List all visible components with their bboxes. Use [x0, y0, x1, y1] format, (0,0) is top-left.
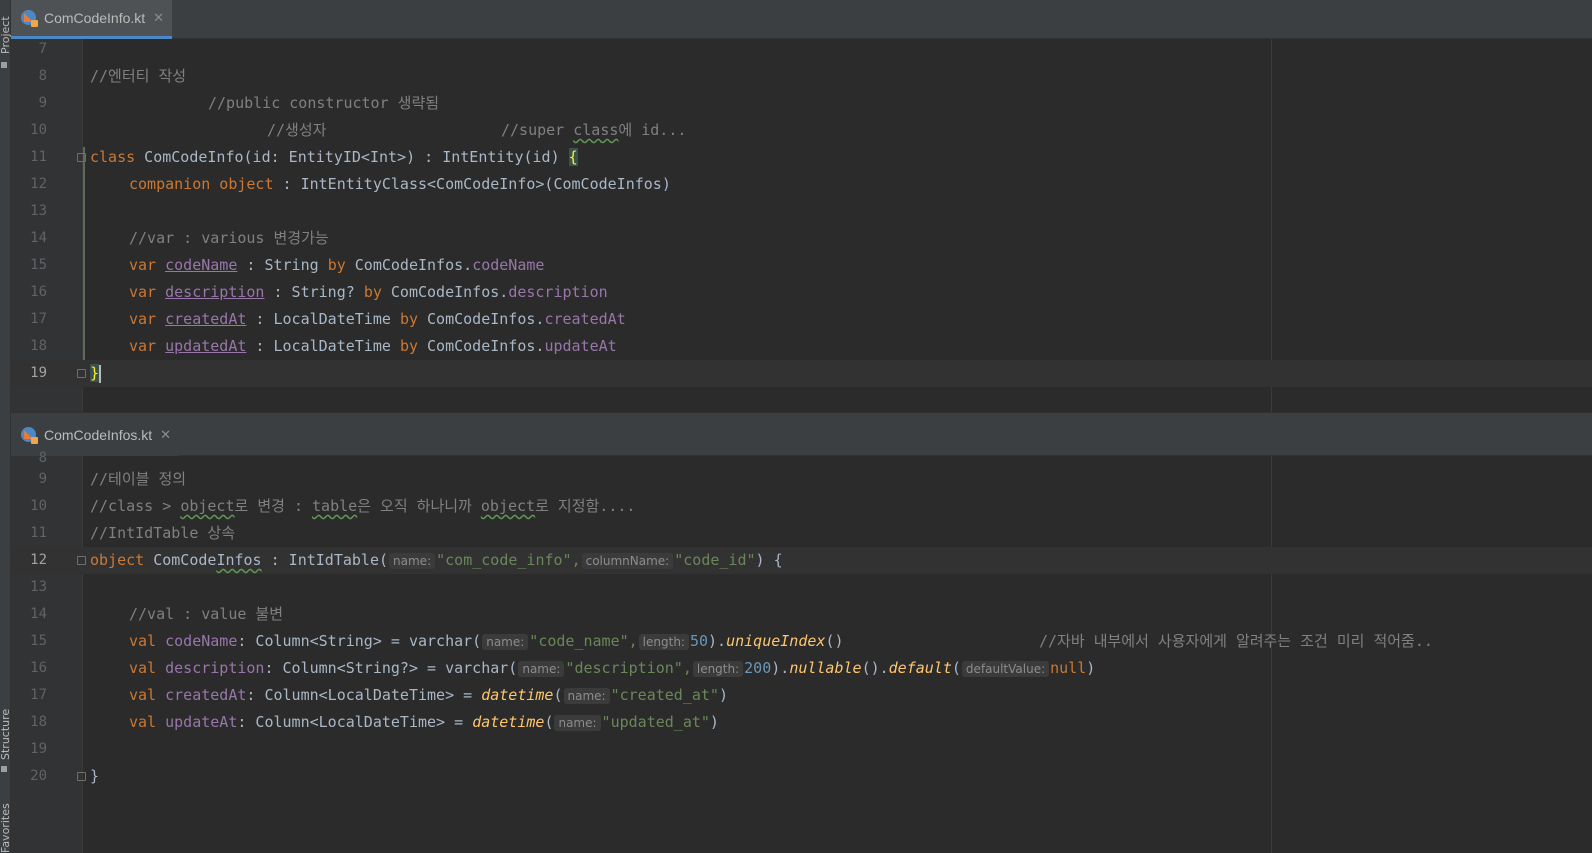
parameter-hint: name:	[518, 661, 565, 677]
code-editor[interactable]: 8 9//테이블 정의 10//class > object로 변경 : tab…	[11, 450, 1592, 853]
parameter-hint: length:	[638, 634, 689, 650]
code-line: 14//var : various 변경가능	[30, 229, 329, 247]
kotlin-object-file-icon	[21, 426, 38, 444]
fold-icon[interactable]	[77, 153, 86, 162]
code-line: 10//생성자//super class에 id...	[30, 121, 687, 139]
favorites-tool-button[interactable]: Favorites	[0, 800, 11, 853]
code-line: 9//public constructor 생략됨	[38, 94, 440, 112]
code-line-current: 12 object ComCodeInfos : IntIdTable(name:…	[11, 547, 1592, 574]
code-line-current: 19}	[11, 360, 1592, 387]
code-line: 14//val : value 불변	[30, 605, 284, 623]
code-line: 15 var codeName : String by ComCodeInfos.…	[30, 256, 545, 274]
code-line: 15 val codeName: Column<String> = varchar…	[30, 632, 1433, 650]
tab-label: ComCodeInfos.kt	[44, 427, 153, 443]
parameter-hint: defaultValue:	[961, 661, 1050, 677]
code-line: 12 companion object : IntEntityClass<ComC…	[30, 175, 671, 193]
code-editor[interactable]: 7 8//엔터티 작성 9//public constructor 생략됨 10…	[11, 39, 1592, 412]
fold-icon[interactable]	[77, 556, 86, 565]
project-icon	[1, 62, 7, 68]
text-caret	[99, 364, 102, 383]
code-line: 18 var updatedAt : LocalDateTime by ComCo…	[30, 337, 617, 355]
parameter-hint: name:	[563, 688, 610, 704]
code-line: 11//IntIdTable 상속	[30, 524, 236, 542]
parameter-hint: name:	[389, 553, 436, 569]
fold-icon[interactable]	[77, 772, 86, 781]
kotlin-class-file-icon	[21, 9, 38, 27]
structure-icon	[1, 766, 7, 772]
code-line: 17 var createdAt : LocalDateTime by ComCo…	[30, 310, 626, 328]
structure-tool-button[interactable]: Structure	[0, 690, 11, 760]
tool-window-strip: Project Structure Favorites	[0, 0, 11, 853]
code-line: 18 val updateAt: Column<LocalDateTime> = …	[30, 713, 719, 731]
code-line: 20}	[30, 767, 100, 785]
code-line: 19	[30, 741, 47, 757]
editor-pane-top: ComCodeInfo.kt ✕ 7 8//엔터티 작성 9//public c…	[11, 0, 1592, 412]
code-line: 16 val description: Column<String?> = var…	[30, 659, 1096, 677]
tab-comcodeinfo-kt[interactable]: ComCodeInfo.kt ✕	[11, 0, 173, 39]
code-line: 17 val createdAt: Column<LocalDateTime> =…	[30, 686, 728, 704]
code-line: 13	[30, 579, 47, 595]
code-line: 7	[38, 41, 47, 57]
parameter-hint: name:	[554, 715, 601, 731]
project-tool-button[interactable]: Project	[0, 6, 11, 54]
code-line: 13	[30, 203, 47, 219]
code-line: 10//class > object로 변경 : table은 오직 하나니까 …	[30, 497, 636, 515]
parameter-hint: name:	[482, 634, 529, 650]
code-line: 9//테이블 정의	[38, 470, 187, 488]
close-icon[interactable]: ✕	[160, 428, 171, 443]
fold-icon[interactable]	[77, 369, 86, 378]
code-line: 8//엔터티 작성	[38, 67, 187, 85]
parameter-hint: length:	[692, 661, 744, 677]
close-icon[interactable]: ✕	[153, 11, 164, 26]
editor-pane-bottom: ComCodeInfos.kt ✕ 8 9//테이블 정의 10//class …	[11, 417, 1592, 853]
tab-label: ComCodeInfo.kt	[44, 10, 146, 26]
code-line: 16 var description : String? by ComCodeIn…	[30, 283, 608, 301]
editor-tab-bar: ComCodeInfo.kt ✕	[11, 0, 1592, 39]
code-line: 11 class ComCodeInfo(id: EntityID<Int>) :…	[30, 148, 578, 166]
parameter-hint: columnName:	[581, 553, 674, 569]
